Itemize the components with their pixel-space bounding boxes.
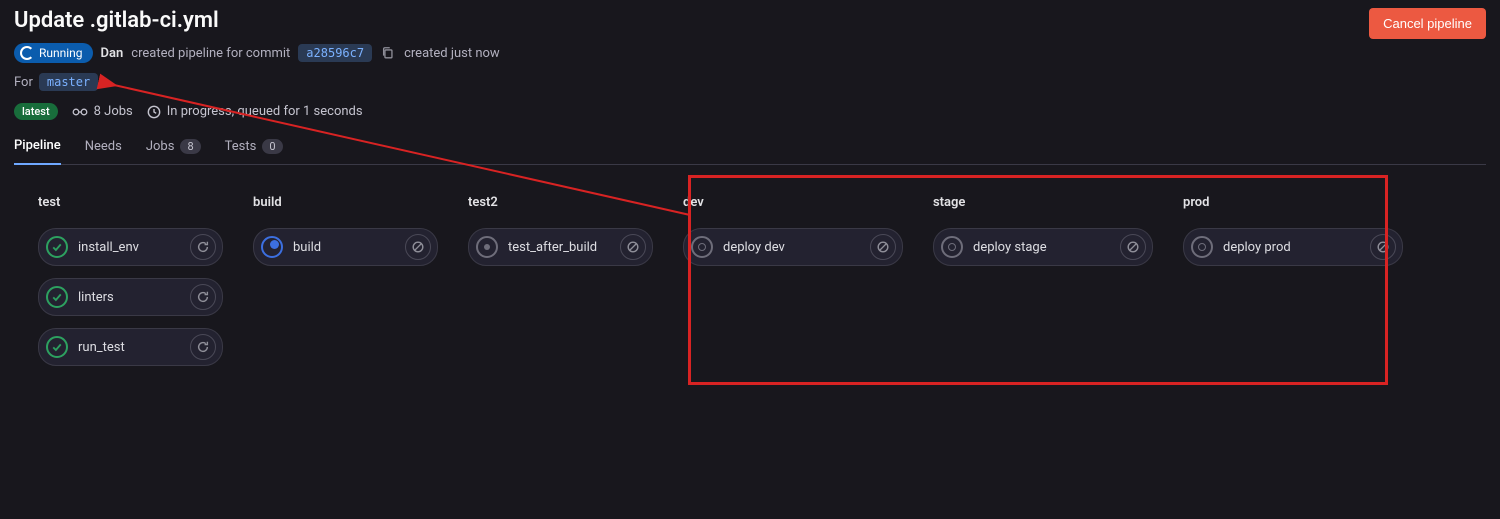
branch-badge[interactable]: master (39, 73, 98, 91)
created-status-icon (476, 236, 498, 258)
stage-name: dev (683, 195, 903, 210)
manual-status-icon (941, 236, 963, 258)
tab-label: Needs (85, 139, 122, 154)
stage-column: prod deploy prod (1183, 195, 1403, 378)
manual-status-icon (691, 236, 713, 258)
stage-name: test2 (468, 195, 653, 210)
page-title: Update .gitlab-ci.yml (14, 8, 1486, 33)
stage-name: stage (933, 195, 1153, 210)
job-name: linters (78, 290, 114, 305)
author-link[interactable]: Dan (101, 46, 124, 61)
cancel-icon[interactable] (870, 234, 896, 260)
retry-icon[interactable] (190, 234, 216, 260)
pipeline-meta-row: Running Dan created pipeline for commit … (14, 43, 1486, 63)
job-pill[interactable]: deploy prod (1183, 228, 1403, 266)
job-name: deploy dev (723, 240, 785, 255)
tabs-bar: Pipeline Needs Jobs 8 Tests 0 (14, 138, 1486, 165)
tab-jobs[interactable]: Jobs 8 (146, 138, 201, 164)
stage-name: build (253, 195, 438, 210)
copy-icon[interactable] (380, 45, 396, 61)
job-name: build (293, 240, 321, 255)
job-pill[interactable]: linters (38, 278, 223, 316)
job-pill[interactable]: deploy dev (683, 228, 903, 266)
tab-label: Pipeline (14, 138, 61, 153)
job-pill[interactable]: test_after_build (468, 228, 653, 266)
stage-column: stage deploy stage (933, 195, 1153, 378)
job-name: deploy prod (1223, 240, 1291, 255)
status-badge-running[interactable]: Running (14, 43, 93, 63)
tab-tests[interactable]: Tests 0 (225, 138, 283, 164)
created-pipeline-text: created pipeline for commit (131, 46, 290, 61)
success-status-icon (46, 286, 68, 308)
tab-count: 0 (262, 139, 282, 154)
for-label: For (14, 75, 33, 90)
retry-icon[interactable] (190, 284, 216, 310)
cancel-pipeline-button[interactable]: Cancel pipeline (1369, 8, 1486, 39)
commit-sha-link[interactable]: a28596c7 (298, 44, 372, 62)
tab-label: Jobs (146, 139, 175, 154)
cancel-icon[interactable] (405, 234, 431, 260)
latest-badge: latest (14, 103, 58, 120)
cancel-icon[interactable] (620, 234, 646, 260)
stage-name: test (38, 195, 223, 210)
stage-column: test install_envlinters run_test (38, 195, 223, 378)
tab-needs[interactable]: Needs (85, 138, 122, 164)
status-label: Running (39, 46, 83, 60)
cancel-icon[interactable] (1120, 234, 1146, 260)
created-time-text: created just now (404, 46, 500, 61)
branch-row: For master (14, 73, 1486, 91)
summary-row: latest 8 Jobs In progress, queued for 1 … (14, 103, 1486, 120)
link-icon (72, 107, 88, 117)
tab-pipeline[interactable]: Pipeline (14, 138, 61, 165)
job-name: deploy stage (973, 240, 1047, 255)
success-status-icon (46, 236, 68, 258)
cancel-icon[interactable] (1370, 234, 1396, 260)
job-name: install_env (78, 240, 139, 255)
stage-column: dev deploy dev (683, 195, 903, 378)
progress-text: In progress, queued for 1 seconds (167, 104, 363, 119)
job-pill[interactable]: build (253, 228, 438, 266)
retry-icon[interactable] (190, 334, 216, 360)
pipeline-graph: testinstall_envlintersrun_testbuildbuild… (14, 165, 1486, 378)
stage-column: test2 test_after_build (468, 195, 653, 378)
tab-count: 8 (180, 139, 200, 154)
running-status-icon (261, 236, 283, 258)
job-name: test_after_build (508, 240, 597, 255)
job-pill[interactable]: deploy stage (933, 228, 1153, 266)
stage-name: prod (1183, 195, 1403, 210)
manual-status-icon (1191, 236, 1213, 258)
tab-label: Tests (225, 139, 257, 154)
spinner-icon (20, 46, 34, 60)
stage-column: build build (253, 195, 438, 378)
job-pill[interactable]: install_env (38, 228, 223, 266)
jobs-count: 8 Jobs (94, 104, 133, 119)
job-pill[interactable]: run_test (38, 328, 223, 366)
clock-icon (147, 105, 161, 119)
success-status-icon (46, 336, 68, 358)
job-name: run_test (78, 340, 125, 355)
